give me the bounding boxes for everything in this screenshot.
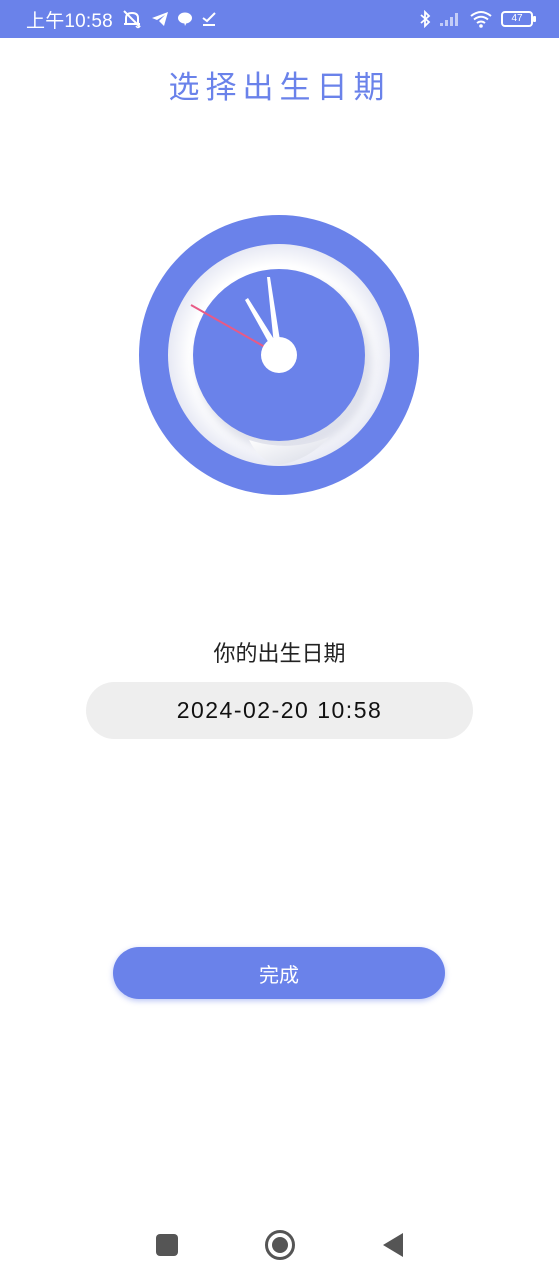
signal-icon (439, 11, 461, 27)
done-button-label: 完成 (259, 962, 299, 987)
status-bar-right: 47 (419, 10, 536, 28)
battery-icon: 47 (501, 11, 536, 27)
home-button[interactable] (260, 1225, 300, 1265)
birth-date-field[interactable]: 2024-02-20 10:58 (86, 682, 473, 739)
telegram-icon (151, 11, 169, 27)
download-check-icon (201, 11, 217, 27)
status-time: 上午10:58 (26, 10, 113, 32)
bluetooth-icon (419, 10, 431, 28)
wifi-icon (469, 10, 493, 28)
screen: 上午10:58 47 选择出生日期 你的出生日期 2024-02-20 10:5… (0, 0, 559, 1280)
recent-apps-icon (155, 1234, 178, 1256)
chat-bubble-icon (177, 11, 193, 27)
done-button[interactable]: 完成 (113, 947, 445, 999)
birth-date-value: 2024-02-20 10:58 (176, 697, 383, 723)
status-bar-left: 上午10:58 (26, 6, 217, 33)
system-nav-bar (0, 1210, 559, 1280)
birth-date-label: 你的出生日期 (213, 642, 346, 667)
clock-center-cap (261, 337, 297, 373)
back-button[interactable] (373, 1225, 413, 1265)
page-title: 选择出生日期 (168, 70, 391, 106)
recent-apps-button[interactable] (147, 1225, 187, 1265)
home-icon (264, 1230, 295, 1260)
clock-illustration (139, 215, 419, 495)
back-icon (382, 1233, 403, 1257)
mute-bell-icon (121, 9, 143, 29)
status-bar: 上午10:58 47 (0, 0, 559, 38)
